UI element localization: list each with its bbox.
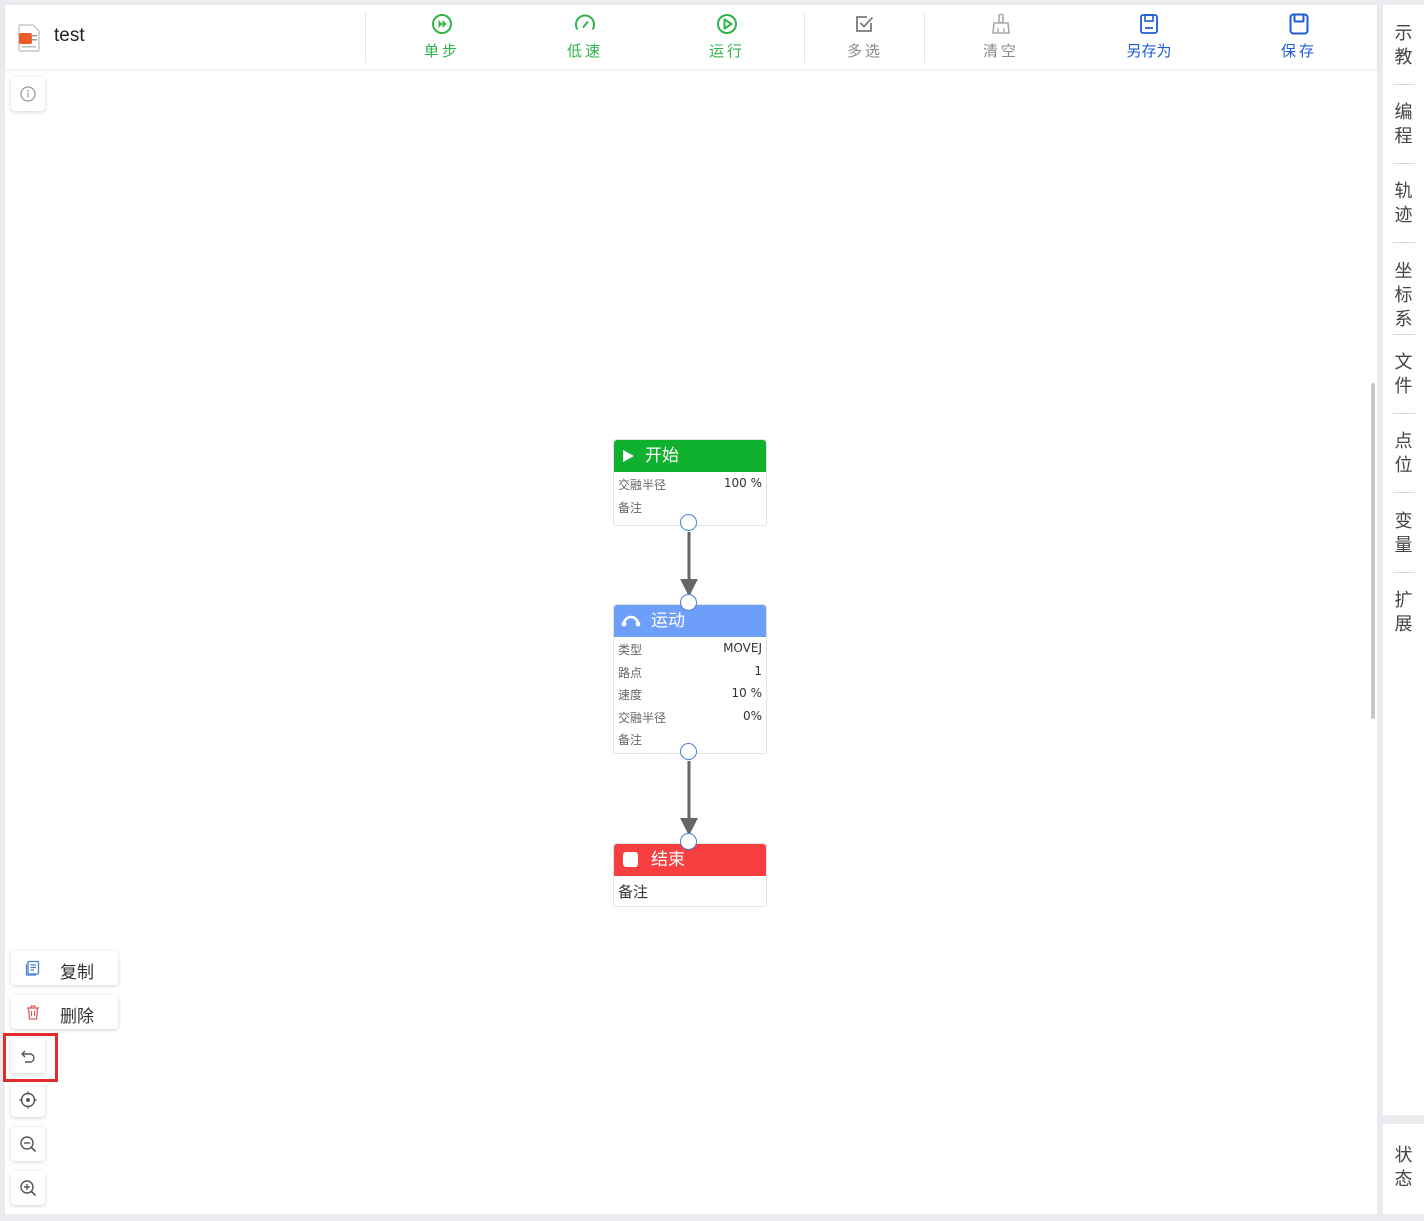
- start-node[interactable]: 开始 交融半径 100 % 备注: [613, 439, 767, 526]
- start-node-row: 交融半径 100 %: [618, 476, 762, 492]
- zoom-out-button[interactable]: [11, 1127, 45, 1161]
- motion-node-title: 运动: [651, 611, 685, 631]
- delete-button[interactable]: 删除: [11, 995, 118, 1029]
- trash-icon: [27, 1005, 39, 1020]
- motion-output-port[interactable]: [680, 743, 697, 760]
- nav-points[interactable]: 点位: [1383, 430, 1424, 478]
- nav-teach[interactable]: 示教: [1383, 22, 1424, 70]
- motion-node-row: 类型 MOVEJ: [618, 641, 762, 657]
- center-view-button[interactable]: [11, 1083, 45, 1117]
- nav-divider: [1393, 572, 1415, 573]
- status-panel: 状态: [1383, 1124, 1424, 1214]
- nav-divider: [1393, 163, 1415, 164]
- motion-node-row: 路点 1: [618, 663, 762, 680]
- nav-program[interactable]: 编程: [1383, 101, 1424, 149]
- nav-status[interactable]: 状态: [1383, 1144, 1424, 1192]
- nav-extensions[interactable]: 扩展: [1383, 589, 1424, 637]
- zoom-in-icon: [20, 1180, 37, 1197]
- stop-square-icon: [623, 852, 638, 867]
- motion-node-row: 速度 10 %: [618, 686, 762, 702]
- start-output-port[interactable]: [680, 514, 697, 531]
- nav-divider: [1393, 492, 1415, 493]
- nav-divider: [1393, 413, 1415, 414]
- nav-divider: [1393, 242, 1415, 243]
- copy-button[interactable]: 复制: [11, 951, 118, 985]
- undo-highlight-box: [3, 1033, 58, 1082]
- nav-trajectory[interactable]: 轨迹: [1383, 180, 1424, 228]
- nav-divider: [1393, 334, 1415, 335]
- crosshair-icon: [19, 1091, 37, 1109]
- end-node-row: 备注: [618, 883, 649, 901]
- right-nav-panel: 示教 编程 轨迹 坐标系 文件 点位 变量 扩展: [1383, 5, 1424, 1115]
- delete-label: 删除: [60, 1007, 94, 1027]
- zoom-in-button[interactable]: [11, 1171, 45, 1205]
- copy-label: 复制: [60, 963, 94, 983]
- end-node[interactable]: 结束 备注: [613, 843, 767, 907]
- nav-coordinate-system[interactable]: 坐标系: [1383, 260, 1424, 332]
- end-node-title: 结束: [651, 850, 685, 870]
- canvas-area[interactable]: test 单步 低速 运行 多选 清空 另存为 保存 开始 交融半径 100 %…: [5, 5, 1377, 1214]
- start-node-header: 开始: [614, 440, 766, 472]
- start-node-title: 开始: [645, 446, 679, 466]
- copy-icon: [25, 960, 40, 976]
- motion-node-row: 交融半径 0%: [618, 708, 762, 725]
- zoom-out-icon: [20, 1136, 37, 1153]
- nav-variables[interactable]: 变量: [1383, 510, 1424, 558]
- motion-input-port[interactable]: [680, 594, 697, 611]
- motion-node[interactable]: 运动 类型 MOVEJ 路点 1 速度 10 % 交融半径 0% 备注: [613, 604, 767, 754]
- motion-arc-icon: [621, 615, 641, 627]
- nav-divider: [1393, 84, 1415, 85]
- play-triangle-icon: [623, 450, 634, 462]
- nav-file[interactable]: 文件: [1383, 351, 1424, 399]
- end-input-port[interactable]: [680, 833, 697, 850]
